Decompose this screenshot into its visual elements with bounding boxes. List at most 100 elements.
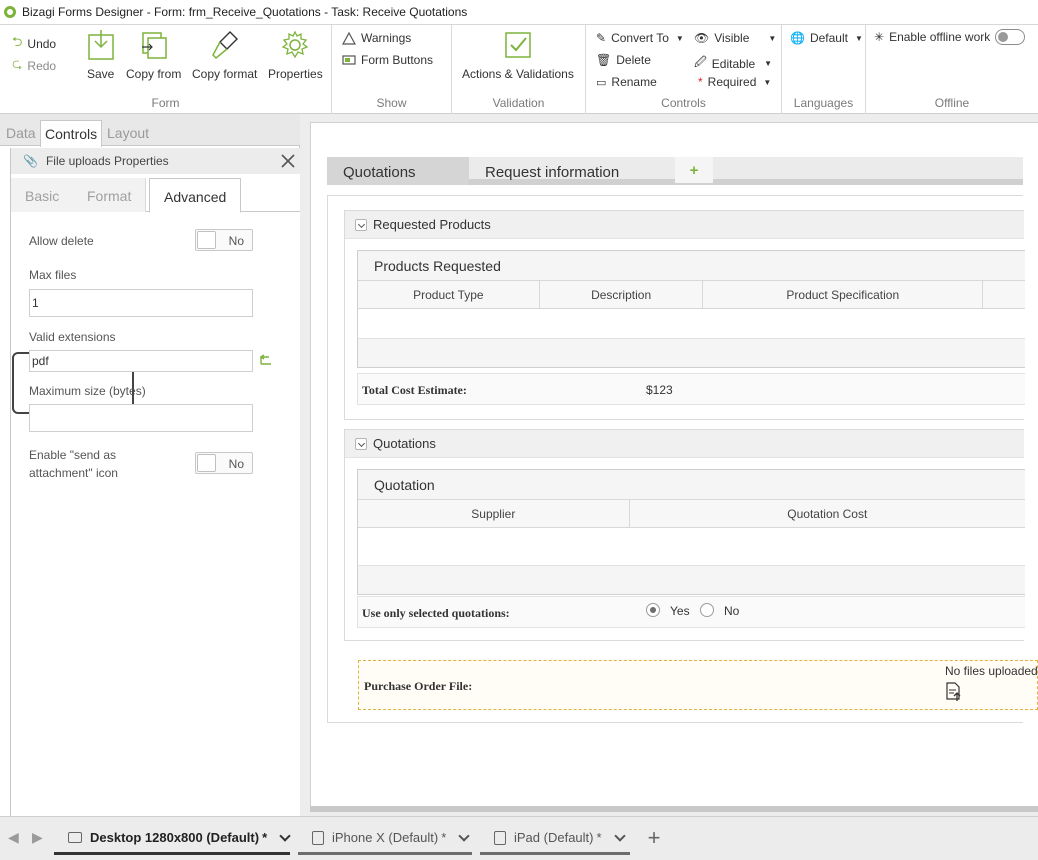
- valid-extensions-input[interactable]: pdf: [29, 350, 253, 372]
- upload-file-icon[interactable]: [945, 682, 963, 702]
- device-tab-iphone[interactable]: iPhone X (Default) *: [298, 823, 472, 855]
- rename-button[interactable]: ▭ Rename: [596, 75, 657, 89]
- max-files-input[interactable]: 1: [29, 289, 253, 317]
- tab-layout[interactable]: Layout: [103, 120, 153, 146]
- left-panel: Data Controls Layout 📎 File uploads Prop…: [0, 114, 301, 816]
- required-button[interactable]: * Required ▼: [698, 75, 771, 89]
- bizagi-logo-icon: [4, 6, 16, 18]
- allow-delete-value: No: [228, 234, 244, 248]
- gear-icon: [282, 30, 309, 59]
- total-cost-row: Total Cost Estimate: $123: [357, 373, 1025, 405]
- delete-button[interactable]: 🗑 Delete: [596, 53, 651, 67]
- group-label-validation: Validation: [492, 96, 545, 110]
- max-files-label: Max files: [29, 268, 77, 282]
- radio-no[interactable]: [700, 603, 714, 617]
- allow-delete-label: Allow delete: [29, 234, 94, 248]
- offline-switch[interactable]: [995, 29, 1026, 45]
- plus-icon: +: [689, 161, 699, 179]
- add-tab-button[interactable]: +: [675, 157, 713, 183]
- form-buttons-button[interactable]: Form Buttons: [342, 53, 433, 67]
- tab-format[interactable]: Format: [73, 178, 147, 212]
- allow-delete-switch[interactable]: No: [195, 229, 253, 251]
- send-attachment-switch[interactable]: No: [195, 452, 253, 474]
- section-quotations: Quotations Quotation Supplier Quotation …: [344, 429, 1025, 641]
- reset-arrow-icon[interactable]: [257, 354, 273, 366]
- redo-button[interactable]: ⮎ Redo: [12, 55, 56, 77]
- next-arrow-icon[interactable]: ▶: [32, 829, 46, 845]
- group-label-controls: Controls: [661, 96, 706, 110]
- save-button[interactable]: Save: [87, 29, 114, 81]
- upload-status: No files uploaded: [945, 664, 1038, 678]
- max-size-input[interactable]: [29, 404, 253, 432]
- undo-button[interactable]: ⮌ Undo: [12, 33, 56, 55]
- chevron-down-icon[interactable]: [279, 829, 291, 842]
- form-tab-quotations[interactable]: Quotations: [327, 157, 469, 185]
- group-label-offline: Offline: [934, 96, 970, 110]
- tab-advanced[interactable]: Advanced: [149, 178, 242, 213]
- collapse-chevron-icon[interactable]: [355, 218, 367, 231]
- add-device-button[interactable]: +: [640, 825, 668, 853]
- close-icon[interactable]: [279, 152, 297, 170]
- window-title: Bizagi Forms Designer - Form: frm_Receiv…: [22, 5, 468, 19]
- tab-controls[interactable]: Controls: [40, 120, 103, 147]
- collapse-chevron-icon[interactable]: [355, 437, 367, 450]
- editable-button[interactable]: 🖉 Editable ▼: [694, 53, 772, 74]
- column-header[interactable]: Supplier: [358, 500, 630, 527]
- table-row: [358, 528, 1025, 566]
- radio-no-label: No: [724, 604, 740, 618]
- grid-header: Supplier Quotation Cost: [358, 500, 1025, 528]
- purchase-order-upload[interactable]: Purchase Order File: No files uploaded: [358, 660, 1038, 710]
- send-attachment-value: No: [228, 457, 244, 471]
- device-bar: ◀ ▶ Desktop 1280x800 (Default) * iPhone …: [0, 816, 1038, 860]
- modified-mark: *: [262, 830, 268, 845]
- ribbon-group-offline: ✳ Enable offline work Offline: [866, 25, 1038, 114]
- column-header[interactable]: Product Specification: [703, 281, 984, 308]
- device-label: Desktop 1280x800 (Default): [90, 830, 260, 845]
- tab-basic[interactable]: Basic: [11, 178, 75, 212]
- column-header[interactable]: Description: [540, 281, 704, 308]
- visible-button[interactable]: 👁 Visible ▼: [694, 31, 776, 45]
- actions-validations-button[interactable]: Actions & Validations: [462, 29, 574, 81]
- enable-offline-toggle[interactable]: ✳ Enable offline work: [874, 29, 1026, 45]
- device-tab-desktop[interactable]: Desktop 1280x800 (Default) *: [54, 823, 291, 855]
- warnings-button[interactable]: Warnings: [342, 31, 411, 45]
- left-tabs: Data Controls Layout: [0, 114, 300, 147]
- convert-to-button[interactable]: ✎ Convert To ▼: [596, 31, 684, 45]
- prev-arrow-icon[interactable]: ◀: [8, 829, 22, 845]
- horizontal-scrollbar[interactable]: [310, 806, 1038, 812]
- paperclip-icon: 📎: [23, 154, 38, 168]
- chevron-down-icon[interactable]: [458, 829, 470, 842]
- ribbon-group-validation: Actions & Validations Validation: [452, 25, 586, 114]
- max-size-label: Maximum size (bytes): [29, 384, 146, 398]
- column-header[interactable]: Quotation Cost: [630, 500, 1025, 527]
- radio-yes-label: Yes: [670, 604, 690, 618]
- copy-format-button[interactable]: Copy format: [192, 29, 257, 81]
- properties-button[interactable]: Properties: [268, 29, 323, 81]
- total-cost-value: $123: [646, 383, 673, 397]
- properties-header: 📎 File uploads Properties: [11, 148, 301, 174]
- grid-products-requested: Products Requested Product Type Descript…: [357, 250, 1025, 368]
- chevron-down-icon[interactable]: [613, 829, 626, 842]
- section-header[interactable]: Requested Products: [345, 211, 1024, 239]
- ribbon-group-languages: 🌐 Default ▼ Languages: [782, 25, 866, 114]
- column-header[interactable]: Product Type: [358, 281, 540, 308]
- ribbon-group-form: ⮌ Undo ⮎ Redo Save Copy from Copy format…: [0, 25, 332, 114]
- tab-data[interactable]: Data: [2, 120, 40, 146]
- use-selected-label: Use only selected quotations:: [362, 606, 510, 620]
- grid-quotation: Quotation Supplier Quotation Cost: [357, 469, 1025, 595]
- redo-icon: ⮎: [12, 56, 23, 71]
- device-tab-ipad[interactable]: iPad (Default) *: [480, 823, 630, 855]
- copy-from-button[interactable]: Copy from: [126, 29, 181, 81]
- warning-icon: [342, 31, 356, 45]
- form-tab-request-information[interactable]: Request information: [469, 157, 635, 185]
- properties-panel: 📎 File uploads Properties Basic Format A…: [10, 148, 301, 816]
- radio-yes[interactable]: [646, 603, 660, 617]
- purchase-order-label: Purchase Order File:: [364, 679, 473, 693]
- section-title: Quotations: [373, 436, 436, 451]
- group-label-languages: Languages: [793, 96, 854, 110]
- ribbon-group-controls: ✎ Convert To ▼ 🗑 Delete ▭ Rename 👁 Visibl…: [586, 25, 782, 114]
- globe-icon: 🌐: [790, 31, 805, 45]
- language-dropdown[interactable]: 🌐 Default ▼: [790, 31, 863, 45]
- modified-mark: *: [596, 830, 602, 845]
- section-header[interactable]: Quotations: [345, 430, 1024, 458]
